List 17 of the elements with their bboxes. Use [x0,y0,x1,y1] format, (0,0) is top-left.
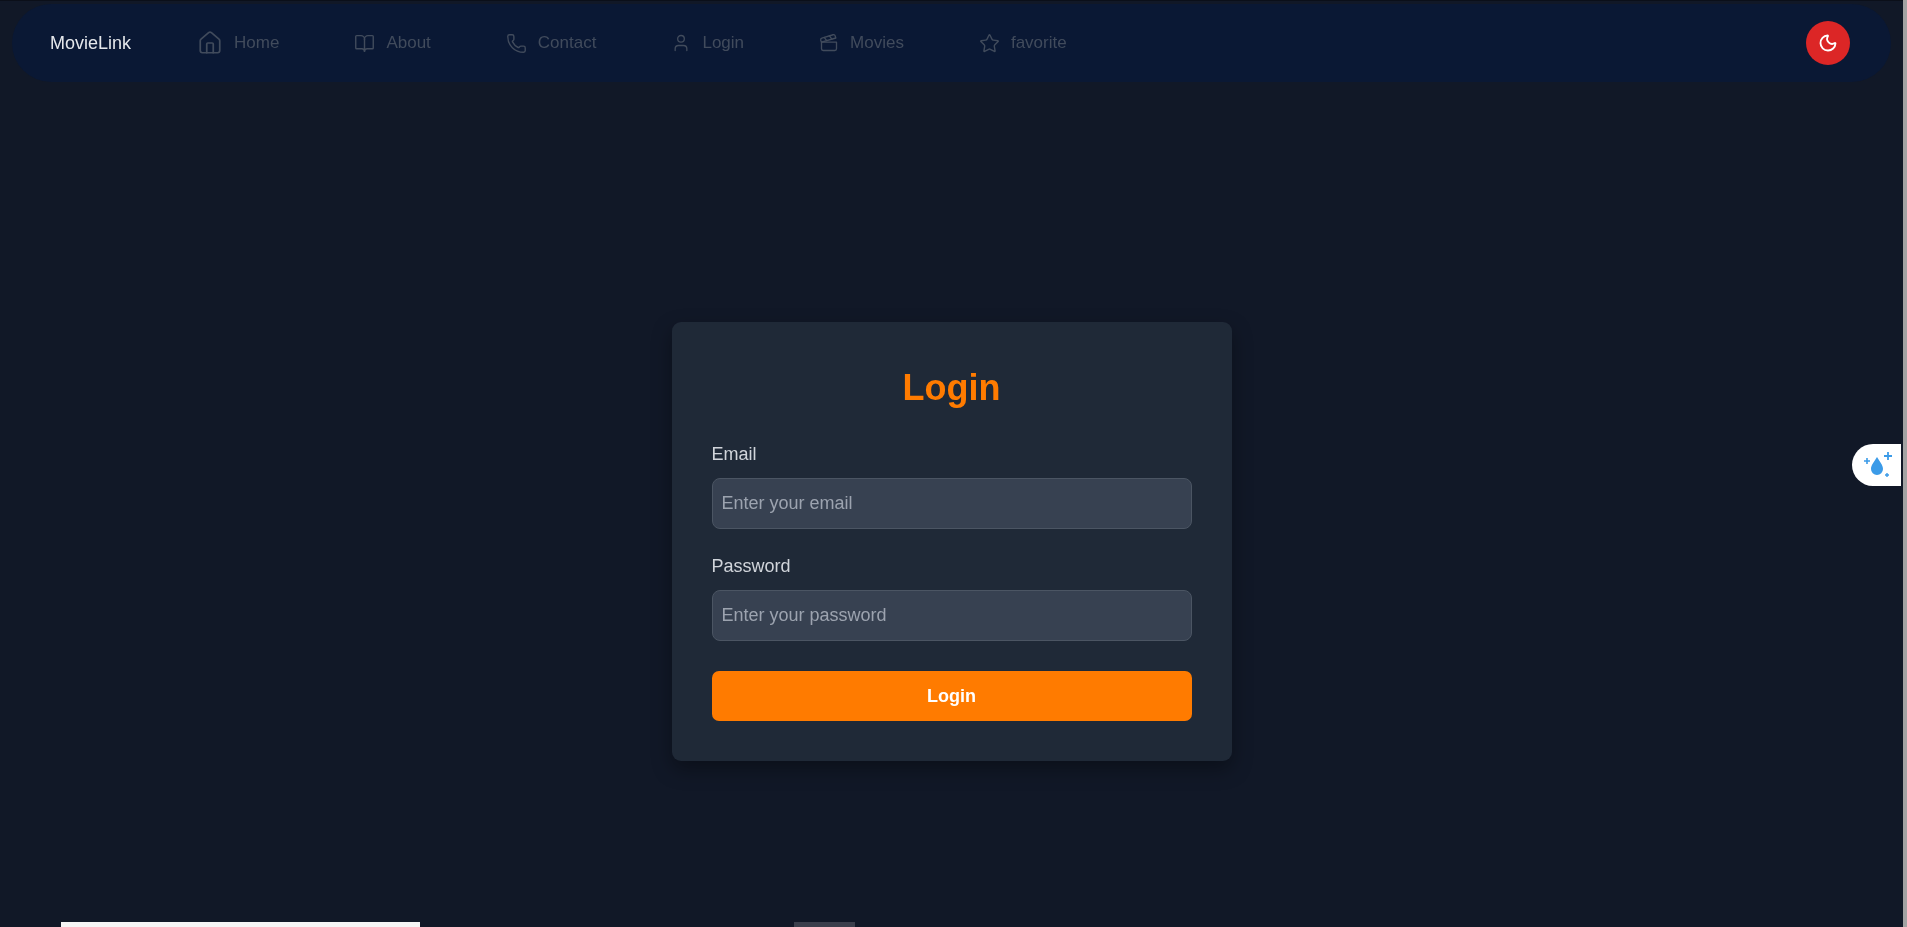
floating-widget[interactable] [1852,444,1901,486]
field-label: Email [711,443,757,466]
login-button[interactable]: Login [711,671,1192,721]
field-label: Password [711,555,791,578]
form-title: Login [901,366,1002,410]
book-icon [354,32,376,54]
star-icon [978,32,1000,54]
input-field[interactable]: Enter your email [711,478,1192,529]
clapperboard-icon [819,33,840,53]
home-icon [197,30,224,56]
phone-icon [505,32,527,54]
brand-name: MovieLink [50,32,132,54]
scrollbar[interactable] [1903,0,1907,927]
moon-icon [1818,33,1838,53]
input-field[interactable]: Enter your password [711,590,1192,641]
cut-off-strip [794,922,855,927]
theme-toggle-button[interactable] [1806,21,1850,65]
